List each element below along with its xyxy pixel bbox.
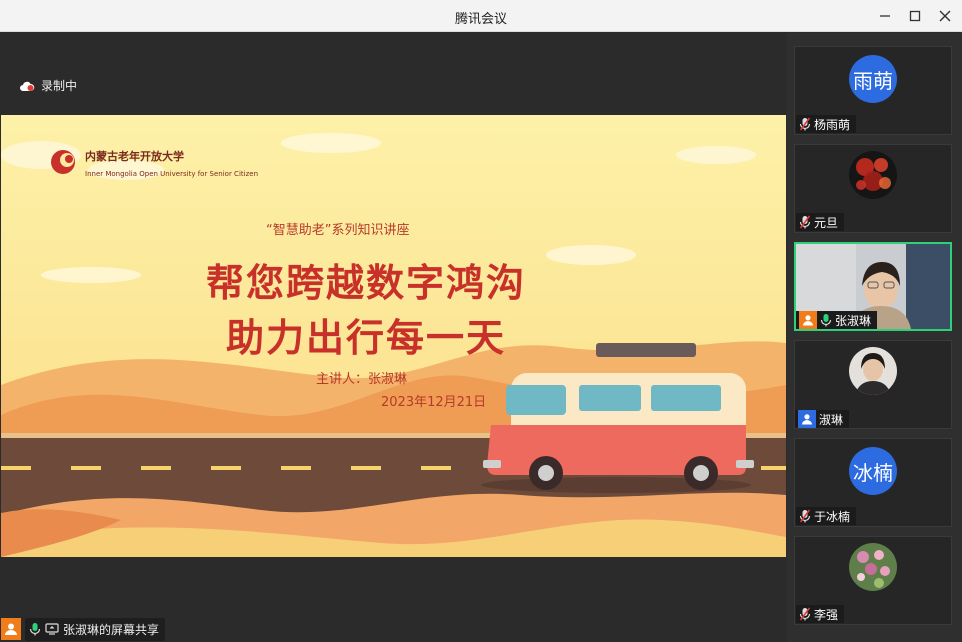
avatar-portrait-image: [849, 347, 897, 395]
presentation-slide: 15750602158 杨雨萌 2158 内蒙古老年开放大学 Inner Mon…: [1, 115, 786, 557]
university-name-cn: 内蒙古老年开放大学: [85, 150, 184, 163]
avatar: 冰楠: [849, 447, 897, 495]
participant-gallery: 雨萌 杨雨萌 元旦 张淑琳 淑琳 冰楠 于冰楠 李强: [787, 33, 962, 642]
participant-tile[interactable]: 雨萌 杨雨萌: [794, 46, 952, 135]
participant-name-tag: 李强: [796, 605, 845, 623]
participant-name-tag: 于冰楠: [796, 507, 857, 525]
participant-name-tag: 元旦: [796, 213, 845, 231]
mic-muted-icon: [799, 607, 811, 621]
avatar: 雨萌: [849, 55, 897, 103]
participant-name: 淑琳: [819, 412, 844, 427]
participant-name-tag: 杨雨萌: [796, 115, 857, 133]
participant-name: 杨雨萌: [814, 117, 851, 132]
university-logo: [51, 150, 75, 174]
person-icon: [5, 623, 17, 635]
cloud-record-icon: [20, 81, 35, 91]
recording-label: 录制中: [41, 79, 78, 93]
participant-name: 李强: [814, 607, 839, 622]
avatar-fireworks-image: [849, 151, 897, 199]
host-badge: [1, 618, 21, 640]
share-status-bar: 张淑琳的屏幕共享: [1, 617, 166, 641]
participant-name: 于冰楠: [814, 509, 851, 524]
mic-muted-icon: [799, 117, 811, 131]
slide-title-line2: 助力出行每一天: [226, 316, 507, 360]
avatar: [849, 543, 897, 591]
participant-tile[interactable]: 李强: [794, 536, 952, 625]
mic-muted-icon: [799, 509, 811, 523]
minimize-button[interactable]: [873, 6, 897, 26]
person-icon: [802, 414, 812, 425]
participant-tile[interactable]: 淑琳: [794, 340, 952, 429]
mic-on-icon: [820, 314, 832, 327]
maximize-icon: [909, 10, 921, 22]
window-title: 腾讯会议: [454, 12, 507, 27]
slide-title-line1: 帮您跨越数字鸿沟: [206, 261, 527, 305]
screen-share-text: 张淑琳的屏幕共享: [63, 622, 160, 637]
participant-name: 张淑琳: [835, 313, 872, 328]
participant-tile[interactable]: 元旦: [794, 144, 952, 233]
participant-name: 元旦: [814, 215, 839, 230]
close-icon: [939, 10, 951, 22]
lecture-series: “智慧助老”系列知识讲座: [266, 223, 410, 238]
meeting-window: 腾讯会议 录制中 内蒙古老年开放大学 Inner Mongolia Open U…: [0, 0, 962, 642]
minimize-icon: [880, 15, 890, 17]
maximize-button[interactable]: [903, 6, 927, 26]
participant-name-tag: 张淑琳: [796, 311, 878, 329]
host-badge: [799, 311, 817, 329]
speaker-line: 主讲人：张淑琳: [316, 372, 408, 387]
avatar: [849, 151, 897, 199]
avatar-flowers-image: [849, 543, 897, 591]
screen-share-icon: [45, 623, 59, 635]
lecture-date: 2023年12月21日: [381, 395, 487, 410]
mic-muted-icon: [799, 215, 811, 229]
university-name-en: Inner Mongolia Open University for Senio…: [85, 170, 259, 178]
screen-share-label[interactable]: 张淑琳的屏幕共享: [25, 617, 166, 641]
person-icon: [803, 315, 813, 326]
participant-tile-active-speaker[interactable]: 张淑琳: [794, 242, 952, 331]
title-bar: 腾讯会议: [0, 0, 962, 32]
participant-tile[interactable]: 冰楠 于冰楠: [794, 438, 952, 527]
close-button[interactable]: [933, 6, 957, 26]
recording-indicator[interactable]: 录制中: [19, 77, 77, 94]
mic-on-icon: [29, 623, 41, 636]
cohost-badge: [798, 410, 816, 428]
participant-name-tag: 淑琳: [795, 410, 850, 428]
avatar: [849, 347, 897, 395]
